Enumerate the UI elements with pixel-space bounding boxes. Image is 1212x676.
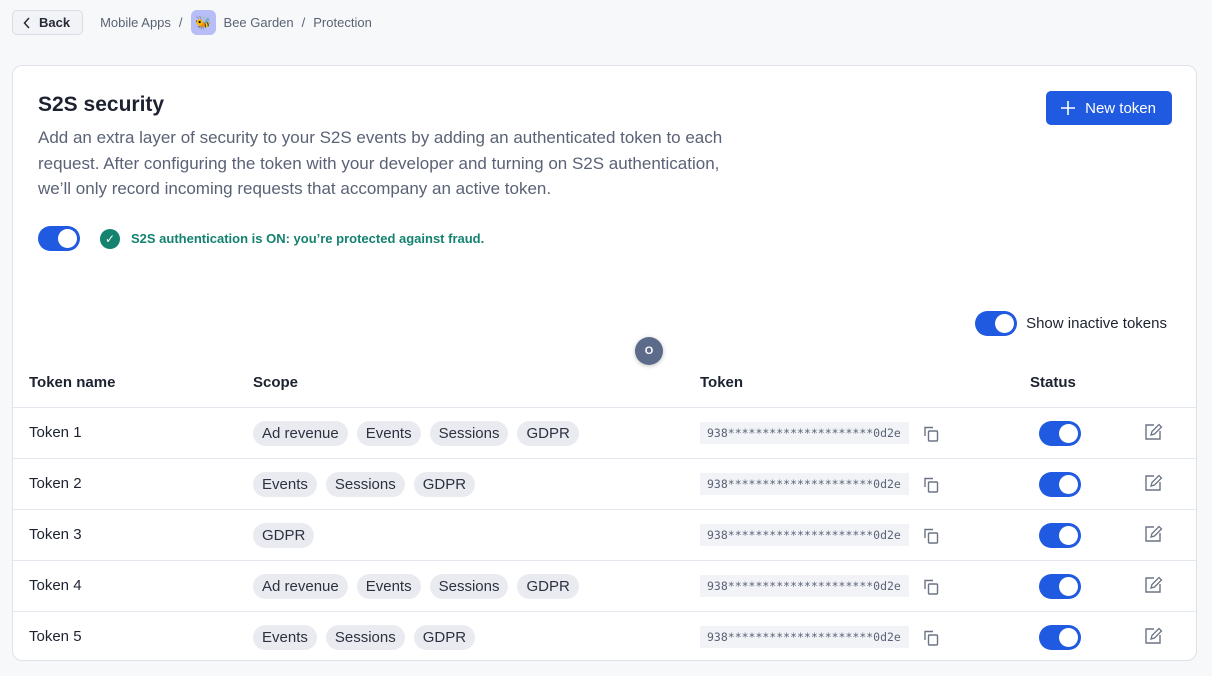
scope-list: Ad revenue Events Sessions GDPR [253,421,579,446]
show-inactive-label: Show inactive tokens [1026,315,1167,332]
page-title: S2S security [38,93,165,116]
column-token-name: Token name [29,374,116,391]
scope-chip: GDPR [413,625,476,650]
edit-icon[interactable] [1143,473,1163,493]
token-value: 938*********************0d2e [700,575,909,597]
table-header: Token name Scope Token Status [13,366,1196,408]
copy-icon[interactable] [921,475,941,495]
scope-chip: Sessions [325,472,405,497]
token-status-toggle[interactable] [1039,523,1081,548]
column-status: Status [1030,374,1076,391]
scope-chip: Events [253,472,317,497]
breadcrumb: Mobile Apps / 🐝 Bee Garden / Protection [100,10,372,35]
scope-chip: Sessions [429,421,509,446]
table-row: Token 1 Ad revenue Events Sessions GDPR 938… [13,408,1196,459]
chevron-left-icon [23,16,30,29]
copy-icon[interactable] [921,424,941,444]
description: Add an extra layer of security to your S… [38,128,723,198]
column-token: Token [700,374,744,391]
token-status-toggle[interactable] [1039,625,1081,650]
token-name: Token 2 [29,475,82,492]
s2s-security-card: S2S security Add an extra layer of secur… [12,65,1197,661]
table-row: Token 2 Events Sessions GDPR 938**********… [13,459,1196,510]
show-inactive-toggle[interactable] [975,311,1018,336]
check-circle-icon: ✓ [100,228,120,249]
new-token-button[interactable]: New token [1046,91,1172,125]
auth-status-text: S2S authentication is ON: you’re protect… [131,231,485,246]
token-status-toggle[interactable] [1039,574,1081,599]
s2s-auth-toggle[interactable] [38,226,80,251]
scope-chip: Ad revenue [253,574,348,599]
scope-chip: GDPR [517,421,579,446]
scope-chip: Ad revenue [253,421,348,446]
app-icon: 🐝 [190,10,216,35]
scope-chip: Events [253,625,317,650]
scope-list: Events Sessions GDPR [253,625,476,650]
token-name: Token 1 [29,424,82,441]
scope-chip: Events [356,574,421,599]
breadcrumb-mobile-apps[interactable]: Mobile Apps [100,15,171,30]
scope-chip: GDPR [253,523,315,548]
table-row: Token 3 GDPR 938*********************0d2… [13,510,1196,561]
edit-icon[interactable] [1143,626,1163,646]
token-value: 938*********************0d2e [700,422,909,444]
token-name: Token 5 [29,628,82,645]
top-bar: Back Mobile Apps / 🐝 Bee Garden / Protec… [12,10,372,35]
edit-icon[interactable] [1143,575,1163,595]
scope-list: GDPR [253,523,315,548]
scope-chip: GDPR [517,574,579,599]
token-status-toggle[interactable] [1039,421,1081,446]
back-button[interactable]: Back [12,10,84,35]
copy-icon[interactable] [921,526,941,546]
breadcrumb-current: Protection [313,15,372,30]
breadcrumb-separator: / [178,15,183,30]
table-row: Token 4 Ad revenue Events Sessions GDPR 938… [13,561,1196,612]
user-bubble[interactable]: O [635,337,663,365]
copy-icon[interactable] [921,628,941,648]
table-row: Token 5 Events Sessions GDPR 938**********… [13,612,1196,660]
scope-chip: Events [356,421,421,446]
token-value: 938*********************0d2e [700,626,909,648]
scope-chip: Sessions [429,574,509,599]
token-name: Token 4 [29,577,82,594]
back-label: Back [39,15,71,30]
new-token-label: New token [1085,99,1156,117]
scope-chip: Sessions [325,625,405,650]
token-value: 938*********************0d2e [700,524,909,546]
edit-icon[interactable] [1143,422,1163,442]
token-status-toggle[interactable] [1039,472,1081,497]
copy-icon[interactable] [921,577,941,597]
scope-list: Events Sessions GDPR [253,472,476,497]
token-value: 938*********************0d2e [700,473,909,495]
breadcrumb-separator: / [301,15,306,30]
breadcrumb-app[interactable]: Bee Garden [224,15,294,30]
scope-list: Ad revenue Events Sessions GDPR [253,574,579,599]
edit-icon[interactable] [1143,524,1163,544]
plus-icon [1061,101,1076,115]
scope-chip: GDPR [413,472,476,497]
column-scope: Scope [253,374,299,391]
token-name: Token 3 [29,526,82,543]
